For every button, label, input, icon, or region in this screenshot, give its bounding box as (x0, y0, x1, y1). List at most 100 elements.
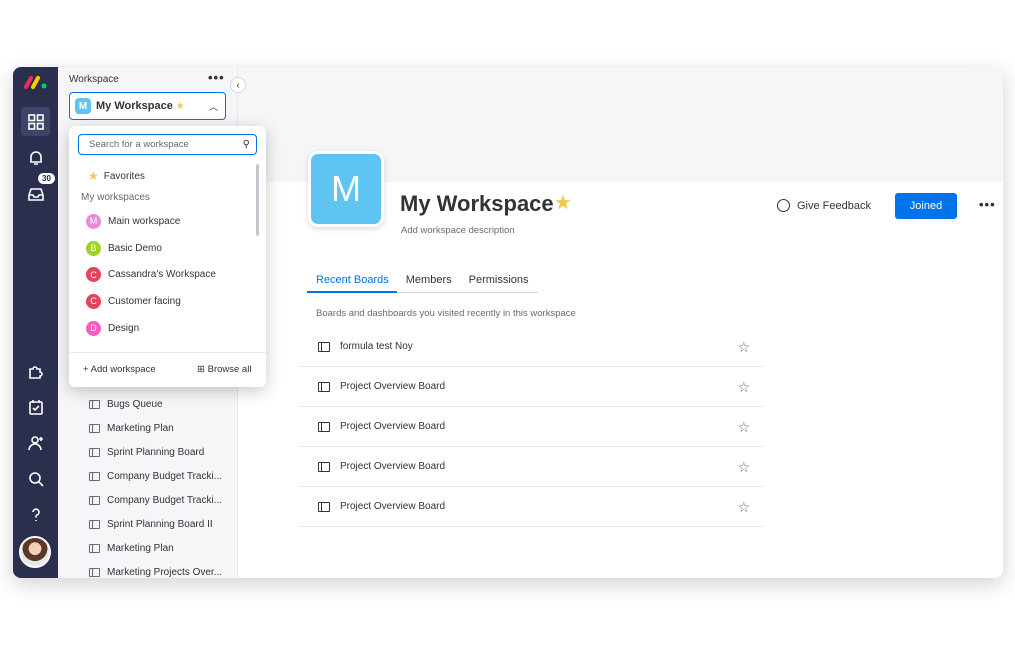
apps-icon[interactable] (21, 356, 50, 385)
app-window: 30 Workspace ••• M My Workspace ★ ︿ Bugs… (13, 67, 1003, 578)
feedback-label: Give Feedback (797, 199, 871, 212)
recent-board-row[interactable]: Project Overview Board ☆ (299, 367, 764, 407)
board-label: Company Budget Tracki... (107, 494, 223, 506)
workspace-letter: M (86, 213, 101, 229)
workspaces-icon[interactable] (21, 107, 50, 136)
board-icon (318, 341, 330, 352)
board-label: Project Overview Board (340, 381, 446, 392)
recent-board-row[interactable]: Project Overview Board ☆ (299, 407, 764, 447)
board-icon (89, 519, 100, 529)
workspace-label: Customer facing (108, 295, 181, 307)
workspace-letter: M (75, 98, 91, 114)
star-outline-icon[interactable]: ☆ (737, 379, 750, 396)
monday-logo[interactable] (23, 73, 49, 91)
board-label: Project Overview Board (340, 421, 446, 432)
workspace-avatar[interactable]: M (308, 151, 384, 227)
board-icon (318, 501, 330, 512)
scrollbar[interactable] (256, 164, 259, 236)
board-item[interactable]: Bugs Queue (58, 392, 238, 416)
sidebar-title: Workspace (69, 74, 119, 85)
workspace-item[interactable]: C Cassandra's Workspace (86, 261, 216, 288)
star-outline-icon[interactable]: ☆ (737, 419, 750, 436)
board-item[interactable]: Company Budget Tracki... (58, 464, 238, 488)
favorites-label: Favorites (103, 170, 145, 182)
board-label: Sprint Planning Board II (107, 518, 213, 530)
dashboard-item[interactable]: Marketing Projects Over... (58, 560, 238, 578)
workspace-item[interactable]: C Customer facing (86, 288, 216, 315)
workspace-letter: C (86, 267, 101, 283)
invite-member-icon[interactable] (21, 428, 50, 457)
favorites-item[interactable]: ★ Favorites (88, 169, 145, 183)
board-label: Project Overview Board (340, 501, 446, 512)
recent-board-row[interactable]: Project Overview Board ☆ (299, 487, 764, 527)
workspace-letter: B (86, 240, 101, 256)
board-item[interactable]: Company Budget Tracki... (58, 488, 238, 512)
section-label: My workspaces (81, 192, 150, 203)
workspace-letter: C (86, 293, 101, 309)
recent-boards-list: formula test Noy ☆ Project Overview Board… (299, 327, 764, 527)
chevron-up-icon: ︿ (208, 102, 218, 112)
notification-badge: 30 (38, 173, 55, 184)
page-title[interactable]: My Workspace (400, 191, 554, 217)
board-icon (89, 495, 100, 505)
tab-recent-boards[interactable]: Recent Boards (307, 272, 397, 293)
workspace-description[interactable]: Add workspace description (401, 225, 515, 236)
joined-button[interactable]: Joined (895, 193, 957, 219)
add-workspace-button[interactable]: + Add workspace (83, 364, 156, 375)
board-label: Sprint Planning Board (107, 446, 205, 458)
workspace-dropdown: Search for a workspace ⚲ ★ Favorites My … (69, 126, 266, 387)
recent-board-row[interactable]: formula test Noy ☆ (299, 327, 764, 367)
board-label: Marketing Plan (107, 542, 174, 554)
board-item[interactable]: Marketing Plan (58, 536, 238, 560)
workspace-label: Cassandra's Workspace (108, 269, 216, 281)
my-work-icon[interactable] (21, 392, 50, 421)
workspace-item[interactable]: M Main workspace (86, 208, 216, 235)
workspace-list: M Main workspace B Basic Demo C Cassandra's… (86, 208, 216, 341)
search-icon[interactable] (21, 464, 50, 493)
board-label: Project Overview Board (340, 461, 446, 472)
board-label: Marketing Plan (107, 422, 174, 434)
collapse-sidebar-icon[interactable]: ‹ (230, 77, 246, 93)
add-workspace-label: Add workspace (90, 364, 156, 375)
board-label: Marketing Projects Over... (107, 566, 223, 578)
dashboard-icon (89, 567, 100, 577)
workspace-label: Main workspace (108, 215, 181, 227)
star-icon: ★ (88, 169, 99, 183)
board-label: Bugs Queue (107, 398, 163, 410)
help-icon[interactable] (21, 500, 50, 529)
board-icon (89, 543, 100, 553)
feedback-icon (777, 199, 790, 212)
workspace-item[interactable]: B Basic Demo (86, 235, 216, 262)
workspace-letter: D (86, 320, 101, 336)
star-icon: ★ (554, 192, 572, 214)
star-outline-icon[interactable]: ☆ (737, 339, 750, 356)
browse-all-button[interactable]: ⊞ Browse all (197, 364, 251, 375)
star-outline-icon[interactable]: ☆ (737, 459, 750, 476)
more-options-icon[interactable]: ••• (979, 197, 996, 212)
search-placeholder: Search for a workspace (89, 139, 189, 150)
board-item[interactable]: Marketing Plan (58, 416, 238, 440)
board-label: formula test Noy (340, 341, 413, 352)
workspace-label: Basic Demo (108, 242, 162, 254)
workspace-item[interactable]: D Design (86, 315, 216, 342)
board-list: Bugs Queue Marketing Plan Sprint Plannin… (58, 392, 238, 578)
recent-board-row[interactable]: Project Overview Board ☆ (299, 447, 764, 487)
board-icon (318, 421, 330, 432)
board-item[interactable]: Sprint Planning Board II (58, 512, 238, 536)
user-avatar[interactable] (19, 536, 51, 568)
more-options-icon[interactable]: ••• (208, 70, 225, 85)
bell-icon[interactable] (21, 143, 50, 172)
board-item[interactable]: Sprint Planning Board (58, 440, 238, 464)
give-feedback-button[interactable]: Give Feedback (777, 199, 871, 212)
workspace-selector[interactable]: M My Workspace ★ ︿ (69, 92, 226, 120)
workspace-label: Design (108, 322, 140, 334)
browse-all-label: Browse all (207, 364, 252, 375)
search-icon: ⚲ (242, 139, 250, 150)
tab-permissions[interactable]: Permissions (460, 272, 537, 293)
star-outline-icon[interactable]: ☆ (737, 499, 750, 516)
left-rail: 30 (13, 67, 58, 578)
workspace-search-input[interactable]: Search for a workspace ⚲ (78, 134, 257, 155)
board-label: Company Budget Tracki... (107, 470, 223, 482)
tab-members[interactable]: Members (397, 272, 460, 293)
workspace-name: My Workspace (96, 100, 173, 112)
